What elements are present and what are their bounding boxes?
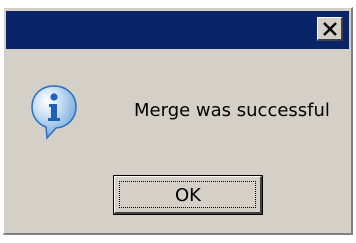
close-button[interactable]	[317, 17, 343, 41]
info-icon	[30, 84, 78, 140]
ok-button[interactable]: OK	[113, 175, 263, 215]
message-dialog: Merge was successful OK	[3, 7, 353, 235]
close-icon	[323, 22, 337, 36]
ok-button-label: OK	[175, 185, 201, 206]
message-text: Merge was successful	[134, 100, 330, 121]
title-bar[interactable]	[6, 11, 349, 49]
